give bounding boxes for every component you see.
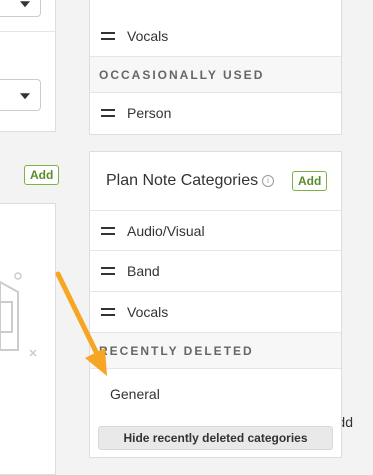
section-header-recently-deleted: RECENTLY DELETED bbox=[90, 332, 341, 368]
plan-note-categories-card: Plan Note Categories i Add Audio/Visual … bbox=[89, 151, 342, 458]
left-divider bbox=[0, 31, 55, 32]
drag-handle-icon[interactable] bbox=[101, 32, 115, 40]
chevron-down-icon bbox=[20, 93, 30, 100]
list-item-label: Band bbox=[127, 263, 160, 279]
chevron-down-icon bbox=[20, 1, 30, 8]
annotation-arrow-icon bbox=[55, 271, 107, 376]
list-item-label: Vocals bbox=[127, 304, 169, 320]
drag-handle-icon[interactable] bbox=[101, 227, 115, 235]
list-item[interactable]: Person bbox=[90, 92, 341, 133]
list-item-label: Person bbox=[127, 105, 172, 121]
list-item-label: General bbox=[110, 386, 160, 402]
info-icon[interactable]: i bbox=[262, 175, 274, 187]
list-item-label: Audio/Visual bbox=[127, 223, 205, 239]
hide-recently-deleted-button[interactable]: Hide recently deleted categories bbox=[98, 426, 333, 450]
card-title: Plan Note Categories bbox=[106, 172, 259, 189]
left-settings-card bbox=[0, 0, 56, 132]
top-categories-card: Vocals OCCASIONALLY USED Person bbox=[89, 0, 342, 135]
list-item[interactable]: Audio/Visual bbox=[90, 210, 341, 251]
add-category-button[interactable]: Add bbox=[292, 171, 328, 191]
list-item-label: Vocals bbox=[127, 28, 169, 44]
left-select[interactable] bbox=[0, 79, 41, 111]
deleted-list-item[interactable]: General bbox=[90, 368, 341, 419]
left-select-top[interactable] bbox=[0, 0, 41, 17]
list-item[interactable]: Vocals bbox=[90, 16, 341, 56]
left-add-button[interactable]: Add bbox=[24, 165, 60, 185]
drag-handle-icon[interactable] bbox=[101, 109, 115, 117]
section-header-occasional: OCCASIONALLY USED bbox=[90, 56, 341, 92]
list-item[interactable]: Vocals bbox=[90, 291, 341, 332]
list-item[interactable]: Band bbox=[90, 250, 341, 291]
